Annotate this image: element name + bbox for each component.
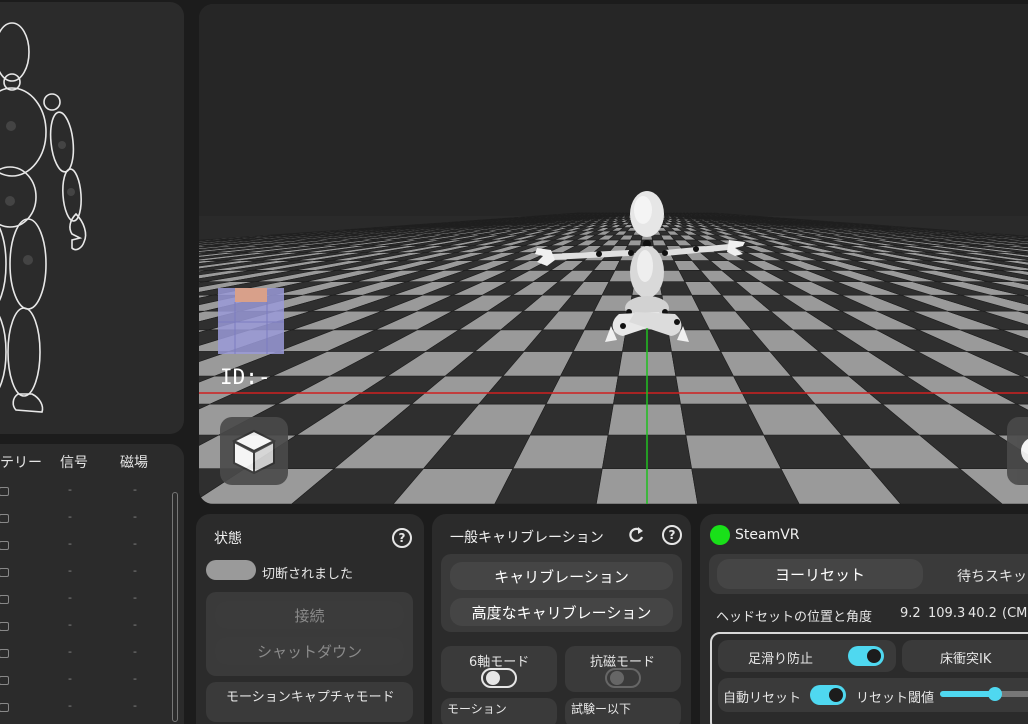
table-row: --	[0, 613, 166, 639]
left-thigh-zone	[0, 219, 6, 309]
steamvr-options-box: 足滑り防止 床衝突IK 自動リセット リセット閾値	[710, 632, 1028, 724]
floor-ik-label: 床衝突IK	[940, 648, 991, 667]
shin-zone	[8, 308, 40, 396]
reset-threshold-slider[interactable]	[940, 691, 1028, 697]
floor-ik-box: 床衝突IK	[902, 640, 1028, 672]
slider-handle[interactable]	[988, 687, 1002, 701]
test-option-label: 試験ー以下	[571, 700, 631, 717]
table-row: --	[0, 559, 166, 585]
headset-position-label: ヘッドセットの位置と角度	[716, 606, 872, 625]
motion-option-box: モーション	[441, 698, 557, 724]
col-header-magnetic: 磁場	[120, 452, 148, 472]
left-shin-zone	[0, 308, 6, 396]
table-row: --	[0, 505, 166, 531]
advanced-calibration-button[interactable]: 高度なキャリブレーション	[450, 598, 673, 626]
wait-skip-button[interactable]: 待ちスキップ	[957, 566, 1028, 586]
steamvr-status-dot	[710, 525, 730, 545]
foot-slide-toggle[interactable]	[848, 646, 884, 666]
headset-x-value: 9.2	[900, 606, 921, 621]
camera-reset-button[interactable]	[1007, 417, 1028, 485]
head-zone	[0, 23, 29, 81]
yaw-reset-button[interactable]: ヨーリセット	[717, 559, 923, 589]
sensor-table-panel: テリー 信号 磁場 -- -- -- -- -- -- -- -- --	[0, 444, 184, 724]
body-outline-diagram[interactable]	[0, 2, 184, 434]
calibration-panel: 一般キャリブレーション ? キャリブレーション 高度なキャリブレーション 6軸モ…	[432, 514, 691, 724]
foot-slide-box: 足滑り防止	[718, 640, 896, 672]
table-row: --	[0, 586, 166, 612]
tracker-id-label: ID:-	[220, 365, 271, 389]
steamvr-button-row: ヨーリセット 待ちスキップ	[709, 554, 1028, 594]
viewport-scene	[199, 4, 1028, 504]
camera-icon	[1021, 437, 1028, 465]
status-panel: 状態 ? 切断されました 接続 シャットダウン モーションキャプチャモード	[196, 514, 424, 724]
connection-status-text: 切断されました	[262, 563, 353, 582]
refresh-icon[interactable]	[626, 525, 646, 545]
six-axis-mode-box: 6軸モード	[441, 646, 557, 692]
connect-button[interactable]: 接続	[215, 601, 404, 629]
foot-zone	[13, 394, 42, 412]
status-help-icon[interactable]: ?	[392, 528, 412, 548]
col-header-battery: テリー	[0, 452, 42, 472]
table-row: --	[0, 694, 166, 720]
mocap-mode-label: モーションキャプチャモード	[226, 686, 395, 705]
auto-reset-label: 自動リセット	[723, 687, 801, 706]
hand-zone	[70, 214, 86, 250]
anti-magnetic-toggle[interactable]	[605, 668, 641, 688]
status-title: 状態	[214, 528, 242, 548]
reset-threshold-label: リセット閾値	[856, 687, 934, 706]
table-row: --	[0, 478, 166, 504]
tracker-preview-box	[218, 288, 284, 354]
calibration-button[interactable]: キャリブレーション	[450, 562, 673, 590]
mocap-mode-box: モーションキャプチャモード	[206, 682, 413, 722]
col-header-signal: 信号	[60, 452, 88, 472]
auto-reset-box: 自動リセット リセット閾値	[718, 678, 1028, 712]
motion-option-label: モーション	[447, 700, 507, 717]
calibration-button-group: キャリブレーション 高度なキャリブレーション	[441, 554, 682, 632]
headset-unit: (CM)	[1002, 606, 1028, 621]
chest-zone	[0, 88, 46, 176]
body-map-panel	[0, 2, 184, 434]
connection-indicator	[206, 560, 256, 580]
table-row: --	[0, 532, 166, 558]
headset-y-value: 109.3	[928, 606, 965, 621]
auto-reset-toggle[interactable]	[810, 685, 846, 705]
six-axis-toggle[interactable]	[481, 668, 517, 688]
table-row: --	[0, 640, 166, 666]
calibration-help-icon[interactable]: ?	[662, 525, 682, 545]
calibration-title: 一般キャリブレーション	[450, 527, 604, 547]
foot-slide-label: 足滑り防止	[748, 648, 813, 667]
headset-z-value: 40.2	[968, 606, 997, 621]
shutdown-button[interactable]: シャットダウン	[215, 637, 404, 665]
steamvr-title: SteamVR	[735, 527, 800, 543]
view-cube-button[interactable]	[220, 417, 288, 485]
steamvr-panel: SteamVR ヨーリセット 待ちスキップ ヘッドセットの位置と角度 9.2 1…	[700, 514, 1028, 724]
anti-magnetic-mode-box: 抗磁モード	[565, 646, 681, 692]
shoulder-zone	[44, 94, 60, 110]
test-option-box: 試験ー以下	[565, 698, 681, 724]
connect-button-group: 接続 シャットダウン	[206, 592, 413, 676]
viewport-3d[interactable]: ID:-	[199, 4, 1028, 504]
table-scrollbar[interactable]	[172, 492, 178, 722]
cube-icon	[220, 417, 288, 485]
table-row: --	[0, 667, 166, 693]
